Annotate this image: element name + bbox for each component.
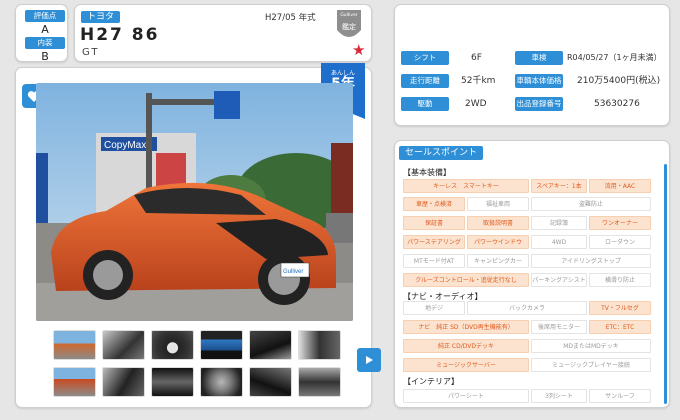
scrollbar[interactable] [664,164,667,404]
feature-chip: パワーウインドウ [467,235,529,249]
title-card: トヨタ H27 86 GT H27/05 年式 Gulliver 鑑定 ★ [74,4,372,62]
spec-label-mileage: 走行距離 [401,74,449,88]
sales-point-title: セールスポイント [399,146,484,160]
feature-chip: ローダウン [589,235,651,249]
feature-chip: 取扱説明書 [467,216,529,230]
badge-label: 鑑定 [342,23,356,31]
spec-value-drive: 2WD [465,99,487,109]
thumbnail[interactable] [102,367,145,397]
spec-value-mileage: 52千km [461,76,496,86]
thumbnail[interactable] [298,367,341,397]
spec-value-inspection: R04/05/27（1ヶ月未満） [567,53,662,62]
feature-chip: ナビ 純正 SD（DVD再生機能有） [403,320,529,334]
thumbnail[interactable] [298,330,341,360]
feature-chip: パワーステアリング [403,235,465,249]
feature-chip: バックカメラ [467,301,587,315]
thumbnail[interactable] [200,367,243,397]
feature-chip: スペアキー：1本 [531,179,587,193]
feature-chip: キーレス スマートキー [403,179,529,193]
plate-text: Gulliver [283,269,303,275]
main-photo[interactable]: CopyMax Gulliver [36,83,353,321]
feature-chip: 3列シート [531,389,587,403]
maker-tag: トヨタ [81,11,121,23]
store-sign-text: CopyMax [104,140,146,151]
model-name: H27 86 [80,25,160,45]
spec-value-listing-no: 53630276 [594,99,640,109]
feature-chip: パーキングアシスト [531,273,587,287]
grade-name: GT [82,47,100,58]
feature-chip: 流用・AAC [589,179,651,193]
feature-chip: ETC：ETC [589,320,651,334]
next-photos-button[interactable] [357,348,381,372]
spec-value-shift: 6F [471,53,482,63]
feature-chip: 4WD [531,235,587,249]
thumbnail[interactable] [249,367,292,397]
specs-card: シフト 6F 車検 R04/05/27（1ヶ月未満） 走行距離 52千km 車輌… [394,4,670,126]
feature-chip: ワンオーナー [589,216,651,230]
feature-chip: サンルーフ [589,389,651,403]
score-label: 評価点 [25,10,65,22]
spec-label-inspection: 車検 [515,51,563,65]
spec-label-price: 車輌本体価格 [515,74,563,88]
feature-chip: ミュージックサーバー [403,358,529,372]
feature-chip: 横滑り防止 [589,273,651,287]
section-basic: 【基本装備】 [403,168,451,177]
feature-chip: 保証書 [403,216,465,230]
section-interior: 【インテリア】 [403,377,459,386]
spec-label-listing-no: 出品登録番号 [515,97,563,111]
model-year: H27/05 年式 [265,13,316,23]
feature-chip: キャンピングカー [467,254,529,268]
feature-chip: ミュージックプレイヤー接続 [531,358,651,372]
rating-card: 評価点 A 内装 B [15,4,68,63]
spec-label-shift: シフト [401,51,449,65]
photo-card: あんしん 5年 保証 CopyMax [15,63,381,408]
thumbnail[interactable] [53,330,96,360]
thumbnail[interactable] [200,330,243,360]
appraisal-shield-icon: Gulliver 鑑定 [335,8,363,44]
thumbnail[interactable] [151,330,194,360]
interior-value: B [41,50,49,63]
thumbnail[interactable] [249,330,292,360]
feature-chip: 盗難防止 [531,197,651,211]
feature-chip: 純正 CD/DVDデッキ [403,339,529,353]
spec-label-drive: 駆動 [401,97,449,111]
interior-label: 内装 [25,37,65,49]
thumbnail[interactable] [53,367,96,397]
sales-point-card: セールスポイント 【基本装備】 キーレス スマートキー スペアキー：1本 流用・… [394,140,670,408]
feature-chip: TV・フルセグ [589,301,651,315]
star-icon: ★ [352,41,366,59]
score-value: A [41,23,49,36]
feature-chip: アイドリングストップ [531,254,651,268]
thumbnail[interactable] [102,330,145,360]
feature-chip: 福祉車両 [467,197,529,211]
feature-chip: 記録簿 [531,216,587,230]
thumbnail[interactable] [151,367,194,397]
spec-value-price: 210万5400円(税込) [577,76,661,86]
feature-chip: MDまたはMDデッキ [531,339,651,353]
feature-chip: MTモード付AT [403,254,465,268]
feature-chip: 車歴・点検済 [403,197,465,211]
play-icon [366,356,373,364]
feature-chip: パワーシート [403,389,529,403]
feature-chip: クルーズコントロール・追従走行なし [403,273,529,287]
feature-chip: 地デジ [403,301,465,315]
badge-brand: Gulliver [340,13,358,18]
feature-chip: 後席用モニター [531,320,587,334]
